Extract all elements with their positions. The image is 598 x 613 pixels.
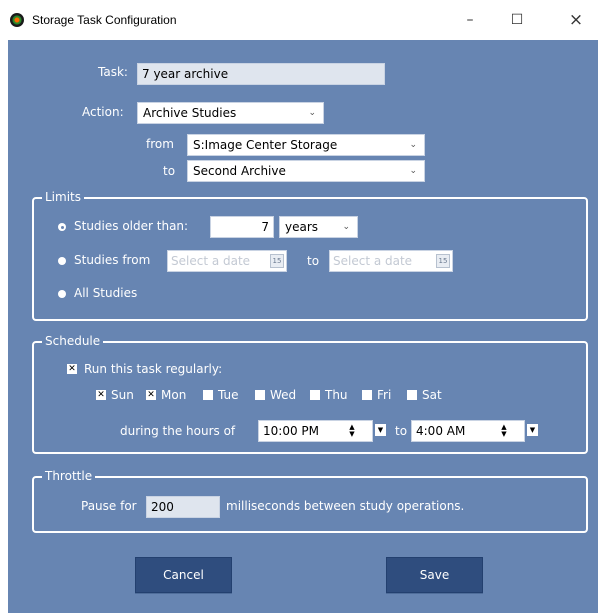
spin-arrows-icon[interactable]: ▲ ▼ <box>498 424 510 438</box>
task-name-input[interactable]: 7 year archive <box>137 63 385 85</box>
to-label: to <box>163 164 176 178</box>
day-label-tue: Tue <box>218 388 239 402</box>
calendar-icon[interactable]: 15 <box>270 254 284 268</box>
all-studies-label: All Studies <box>74 286 138 300</box>
date-to-placeholder: Select a date <box>333 254 413 268</box>
pause-suffix-label: milliseconds between study operations. <box>226 499 465 513</box>
day-checkbox-fri[interactable] <box>362 390 372 400</box>
app-logo-icon <box>10 13 24 27</box>
maximize-button[interactable]: ☐ <box>497 8 537 32</box>
day-label-sat: Sat <box>422 388 442 402</box>
spin-arrows-icon[interactable]: ▲ ▼ <box>346 424 358 438</box>
day-checkbox-thu[interactable] <box>310 390 320 400</box>
start-time-spinner[interactable]: 10:00 PM ▲ ▼ <box>258 420 373 442</box>
studies-from-radio[interactable] <box>58 257 66 265</box>
day-label-mon: Mon <box>161 388 187 402</box>
to-storage-select[interactable]: Second Archive ⌄ <box>187 160 425 182</box>
window-title: Storage Task Configuration <box>32 13 177 27</box>
action-label: Action: <box>82 105 124 119</box>
run-regularly-label: Run this task regularly: <box>84 362 223 376</box>
date-to-label: to <box>307 254 320 268</box>
day-checkbox-mon[interactable]: ✕ <box>146 390 156 400</box>
pause-ms-input[interactable]: 200 <box>146 496 220 518</box>
task-label: Task: <box>98 65 128 79</box>
hours-label: during the hours of <box>120 424 236 438</box>
day-label-fri: Fri <box>377 388 392 402</box>
limits-group: Limits Studies older than: 7 years ⌄ Stu… <box>32 189 588 321</box>
title-bar: Storage Task Configuration – ☐ × <box>0 0 598 40</box>
age-unit-select[interactable]: years ⌄ <box>279 216 358 238</box>
from-label: from <box>146 137 174 151</box>
day-checkbox-tue[interactable] <box>203 390 213 400</box>
date-from-placeholder: Select a date <box>171 254 251 268</box>
date-to-picker[interactable]: Select a date 15 <box>329 250 453 272</box>
action-select-value: Archive Studies <box>143 106 237 120</box>
chevron-down-icon: ⌄ <box>409 140 417 150</box>
hours-to-label: to <box>395 424 408 438</box>
chevron-down-icon: ⌄ <box>409 166 417 176</box>
calendar-icon[interactable]: 15 <box>436 254 450 268</box>
start-time-dropdown-icon[interactable]: ▼ <box>375 424 386 436</box>
schedule-group: Schedule ✕ Run this task regularly: ✕ Su… <box>32 333 588 454</box>
studies-from-label: Studies from <box>74 253 151 267</box>
schedule-title: Schedule <box>42 333 104 349</box>
day-checkbox-sun[interactable]: ✕ <box>96 390 106 400</box>
save-button[interactable]: Save <box>386 557 483 593</box>
end-time-value: 4:00 AM <box>416 424 466 438</box>
day-label-wed: Wed <box>270 388 297 402</box>
close-button[interactable]: × <box>556 8 596 32</box>
older-than-radio[interactable] <box>58 223 66 231</box>
run-regularly-checkbox[interactable]: ✕ <box>67 364 77 374</box>
day-label-thu: Thu <box>325 388 348 402</box>
end-time-spinner[interactable]: 4:00 AM ▲ ▼ <box>411 420 525 442</box>
age-unit-value: years <box>285 220 319 234</box>
to-storage-value: Second Archive <box>193 164 286 178</box>
older-than-input[interactable]: 7 <box>210 216 274 238</box>
date-from-picker[interactable]: Select a date 15 <box>167 250 287 272</box>
older-than-label: Studies older than: <box>74 219 189 233</box>
limits-title: Limits <box>42 189 84 205</box>
all-studies-radio[interactable] <box>58 290 66 298</box>
minimize-button[interactable]: – <box>450 8 490 32</box>
dialog-body: Task: 7 year archive Action: Archive Stu… <box>8 40 598 613</box>
day-label-sun: Sun <box>111 388 134 402</box>
throttle-title: Throttle <box>42 468 96 484</box>
day-checkbox-wed[interactable] <box>255 390 265 400</box>
cancel-button[interactable]: Cancel <box>135 557 232 593</box>
from-storage-value: S:Image Center Storage <box>193 138 338 152</box>
end-time-dropdown-icon[interactable]: ▼ <box>527 424 538 436</box>
chevron-down-icon: ⌄ <box>342 222 350 232</box>
start-time-value: 10:00 PM <box>263 424 319 438</box>
chevron-down-icon: ⌄ <box>308 108 316 118</box>
action-select[interactable]: Archive Studies ⌄ <box>137 102 324 124</box>
from-storage-select[interactable]: S:Image Center Storage ⌄ <box>187 134 425 156</box>
throttle-group: Throttle Pause for 200 milliseconds betw… <box>32 468 588 533</box>
pause-for-label: Pause for <box>81 499 137 513</box>
day-checkbox-sat[interactable] <box>407 390 417 400</box>
